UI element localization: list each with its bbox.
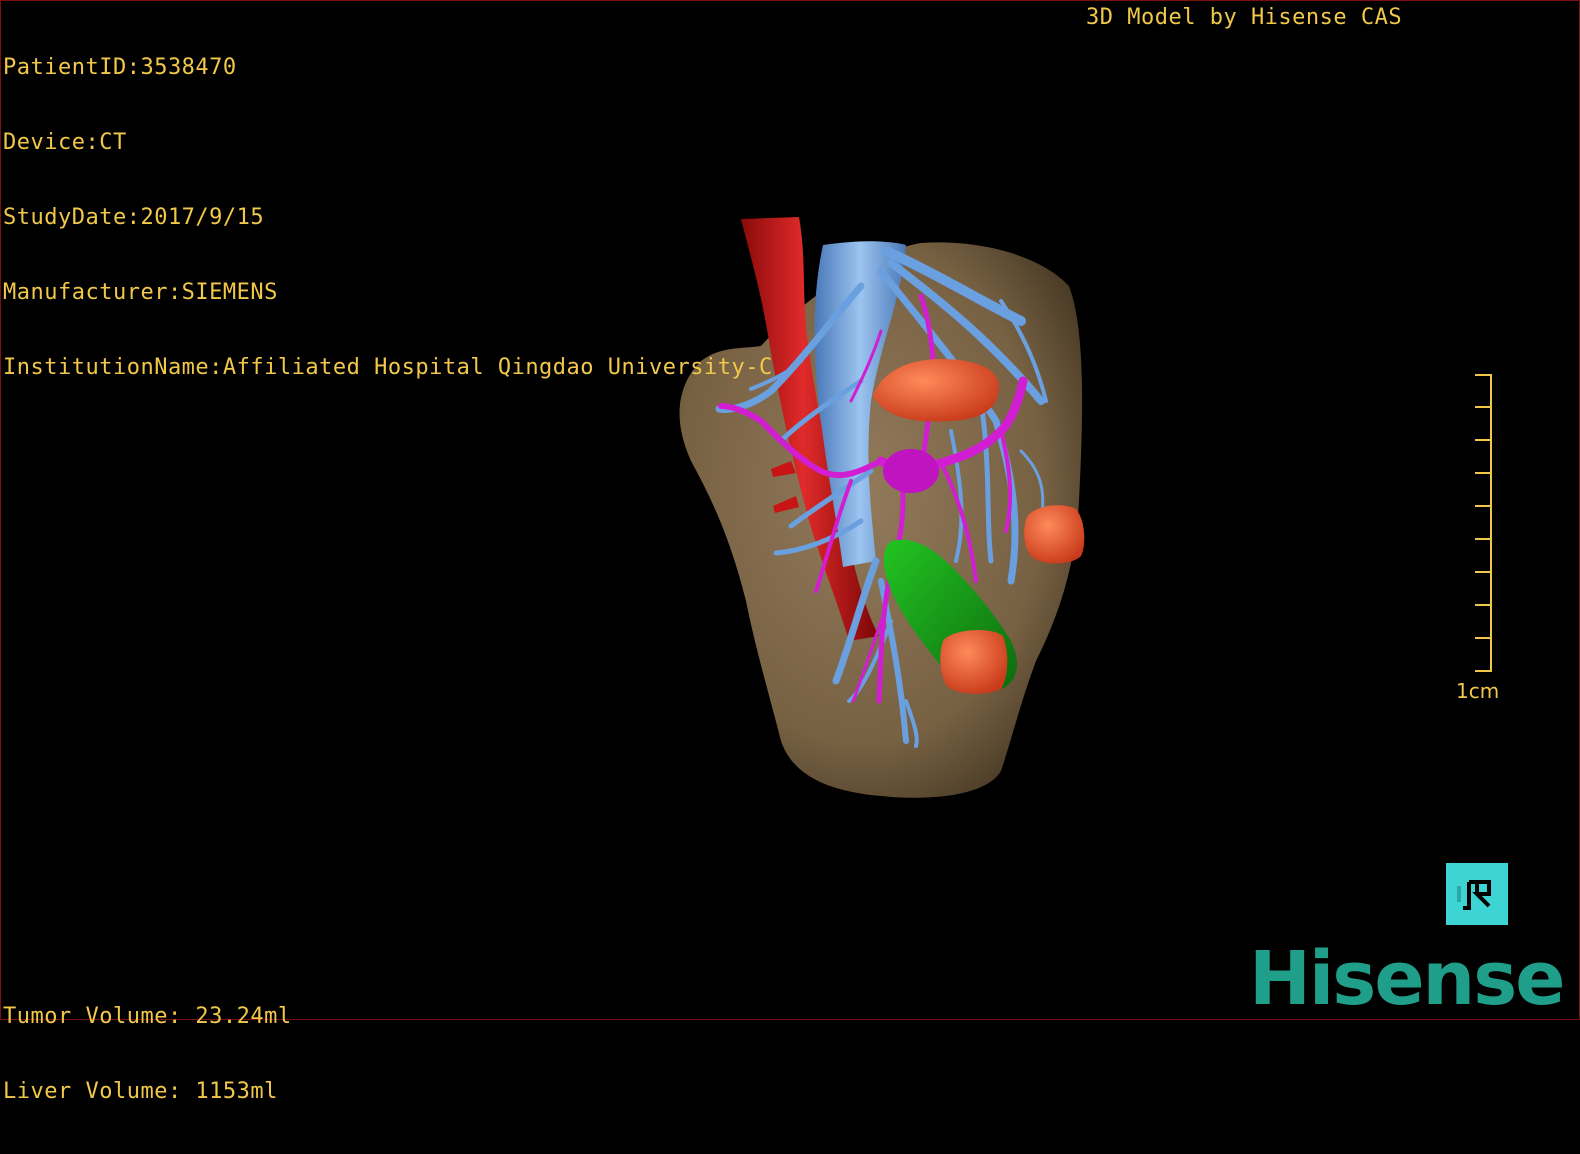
dicom-info-overlay: PatientID:3538470 Device:CT StudyDate:20… bbox=[3, 5, 773, 430]
institution-name: InstitutionName:Affiliated Hospital Qing… bbox=[3, 355, 773, 380]
device: Device:CT bbox=[3, 130, 127, 155]
manufacturer: Manufacturer:SIEMENS bbox=[3, 280, 278, 305]
reset-view-icon bbox=[1457, 880, 1491, 910]
hisense-logo: Hisense bbox=[1249, 936, 1565, 1022]
patient-id: PatientID:3538470 bbox=[3, 55, 237, 80]
volume-readout: Tumor Volume: 23.24ml Liver Volume: 1153… bbox=[3, 954, 292, 1154]
tumor-3 bbox=[940, 629, 1008, 694]
tumor-2 bbox=[1024, 505, 1085, 564]
scale-label: 1cm bbox=[1456, 679, 1500, 703]
study-date: StudyDate:2017/9/15 bbox=[3, 205, 265, 230]
portal-confluence bbox=[883, 449, 939, 493]
3d-viewport[interactable]: PatientID:3538470 Device:CT StudyDate:20… bbox=[0, 0, 1580, 1104]
model-credit: 3D Model by Hisense CAS bbox=[1086, 5, 1403, 30]
liver-volume: Liver Volume: 1153ml bbox=[3, 1079, 278, 1104]
reset-view-button[interactable] bbox=[1446, 863, 1508, 925]
tumor-volume: Tumor Volume: 23.24ml bbox=[3, 1004, 292, 1029]
scale-bar bbox=[1475, 374, 1492, 672]
